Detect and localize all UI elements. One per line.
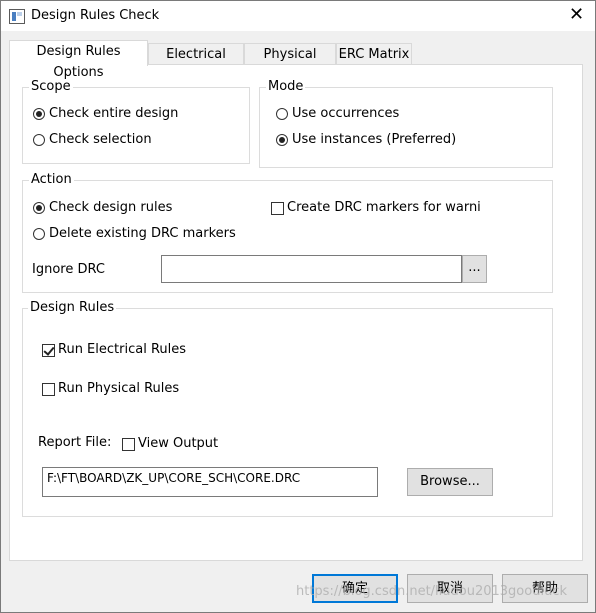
action-check-rules-radio[interactable] (33, 202, 45, 214)
scope-entire-design-label[interactable]: Check entire design (49, 106, 178, 121)
mode-occurrences-label[interactable]: Use occurrences (292, 106, 399, 121)
tab-electrical-rules[interactable]: Electrical Rules (148, 43, 244, 83)
action-delete-markers-radio[interactable] (33, 228, 45, 240)
run-physical-rules-checkbox[interactable] (42, 383, 55, 396)
browse-label: Browse... (420, 474, 480, 489)
scope-selection-radio[interactable] (33, 134, 45, 146)
ignore-drc-label: Ignore DRC (32, 262, 105, 277)
tab-physical-rules[interactable]: Physical Rules (244, 43, 336, 83)
tab-label: ERC Matrix (338, 47, 410, 62)
run-electrical-rules-checkbox[interactable] (42, 344, 55, 357)
mode-instances-label[interactable]: Use instances (Preferred) (292, 132, 456, 147)
action-group-label: Action (29, 172, 74, 187)
create-drc-markers-label[interactable]: Create DRC markers for warnings (287, 200, 481, 215)
tab-erc-matrix[interactable]: ERC Matrix (336, 43, 412, 65)
browse-label: ... (468, 260, 481, 275)
mode-occurrences-radio[interactable] (276, 108, 288, 120)
action-check-rules-label[interactable]: Check design rules (49, 200, 172, 215)
ignore-drc-browse-button[interactable]: ... (462, 255, 487, 283)
view-output-checkbox[interactable] (122, 438, 135, 451)
window-title: Design Rules Check (31, 8, 160, 23)
watermark-text: https://blog.csdn.net/liudou2013goodluck (296, 584, 567, 599)
scope-selection-label[interactable]: Check selection (49, 132, 152, 147)
run-electrical-rules-label[interactable]: Run Electrical Rules (58, 342, 186, 357)
run-physical-rules-label[interactable]: Run Physical Rules (58, 381, 179, 396)
mode-instances-radio[interactable] (276, 134, 288, 146)
create-drc-markers-checkbox[interactable] (271, 202, 284, 215)
close-icon[interactable]: ✕ (569, 5, 584, 25)
mode-group-label: Mode (266, 79, 306, 94)
scope-entire-design-radio[interactable] (33, 108, 45, 120)
tab-design-rules-options[interactable]: Design Rules Options (9, 40, 148, 80)
view-output-label[interactable]: View Output (138, 436, 218, 451)
ignore-drc-input[interactable] (161, 255, 462, 283)
report-file-path-input[interactable]: F:\FT\BOARD\ZK_UP\CORE_SCH\CORE.DRC (42, 467, 378, 497)
mode-group (259, 87, 553, 168)
title-bar: Design Rules Check ✕ (1, 1, 595, 31)
report-file-label: Report File: (38, 435, 112, 450)
report-browse-button[interactable]: Browse... (407, 468, 493, 496)
app-icon (9, 9, 25, 24)
action-delete-markers-label[interactable]: Delete existing DRC markers (49, 226, 236, 241)
scope-group (22, 87, 250, 164)
design-rules-group-label: Design Rules (28, 300, 117, 315)
